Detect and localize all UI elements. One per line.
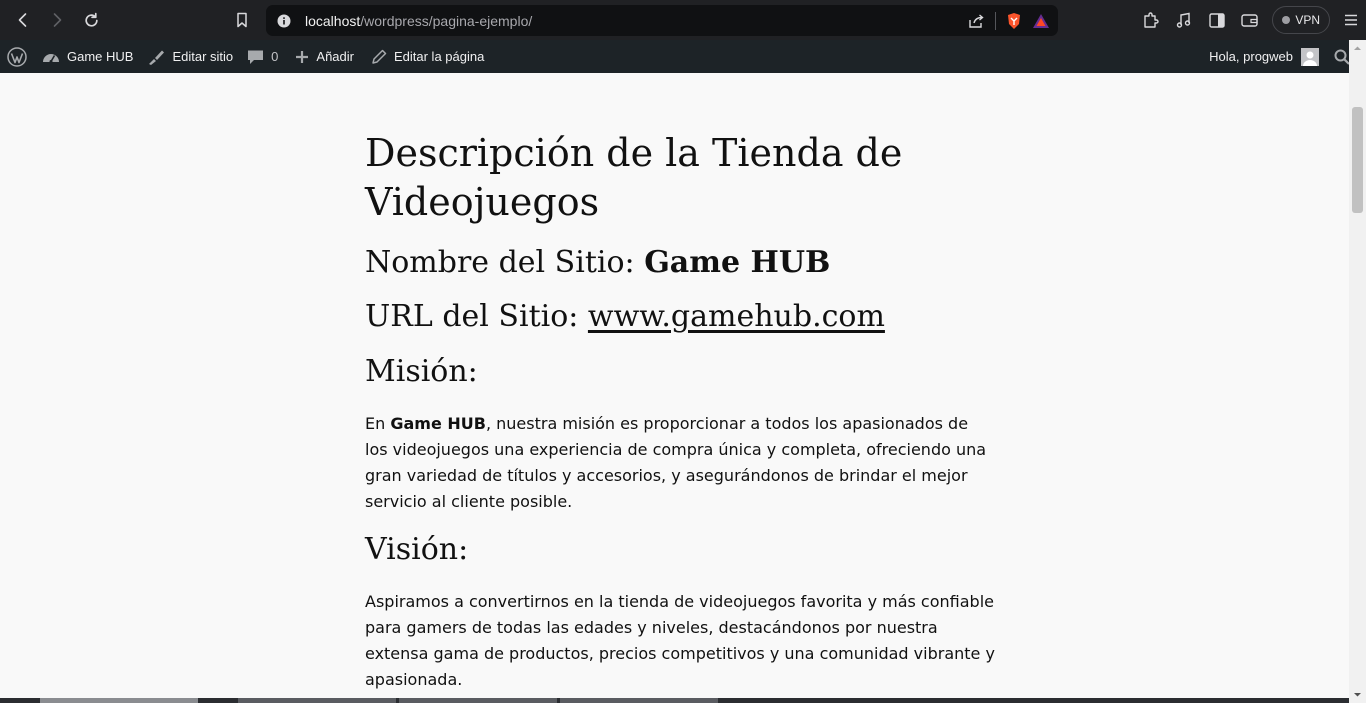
vision-heading: Visión: [365, 532, 469, 567]
taskbar-item[interactable] [40, 698, 198, 703]
back-icon [18, 13, 27, 27]
avatar [1301, 47, 1319, 66]
mision-prefix: En [365, 414, 391, 433]
edit-site-menu[interactable]: Editar sitio [140, 40, 240, 73]
browser-toolbar: localhost/wordpress/pagina-ejemplo/ VPN [0, 0, 1366, 40]
wp-logo-menu[interactable] [0, 40, 34, 73]
sidebar-button[interactable] [1200, 0, 1233, 40]
url-text: localhost/wordpress/pagina-ejemplo/ [305, 13, 532, 29]
site-name-label: Nombre del Sitio: [365, 245, 645, 280]
comment-bubble-icon [248, 50, 264, 64]
taskbar-edge [0, 698, 1349, 703]
site-url-label: URL del Sitio: [365, 299, 588, 334]
edit-site-label: Editar sitio [172, 49, 234, 64]
address-bar[interactable]: localhost/wordpress/pagina-ejemplo/ [266, 5, 1058, 36]
reload-icon [84, 12, 98, 27]
edit-page-label: Editar la página [393, 49, 485, 64]
wp-admin-bar: Game HUB Editar sitio 0 Añadir Editar la… [0, 40, 1366, 73]
wallet-button[interactable] [1233, 0, 1266, 40]
pencil-icon [372, 49, 387, 64]
site-name-value: Game HUB [644, 245, 831, 280]
reload-button[interactable] [74, 0, 108, 40]
back-button[interactable] [6, 0, 40, 40]
extensions-icon [1144, 11, 1159, 28]
add-new-menu[interactable]: Añadir [285, 40, 361, 73]
wallet-icon [1241, 13, 1259, 27]
vpn-status-icon [1282, 16, 1291, 24]
brush-icon [149, 50, 165, 65]
bookmark-icon [237, 12, 247, 28]
comments-menu[interactable]: 0 [240, 40, 285, 73]
site-name: Game HUB [67, 49, 134, 64]
mision-paragraph: En Game HUB, nuestra misión es proporcio… [365, 411, 995, 515]
taskbar-item[interactable] [238, 698, 396, 703]
hamburger-menu-icon [1345, 14, 1357, 26]
taskbar-item[interactable] [560, 698, 718, 703]
site-url-heading: URL del Sitio: www.gamehub.com [365, 297, 885, 337]
music-note-icon [1177, 12, 1191, 28]
url-path: /wordpress/pagina-ejemplo/ [360, 12, 533, 29]
mision-heading: Misión: [365, 354, 478, 389]
site-url-link[interactable]: www.gamehub.com [588, 299, 885, 334]
page-scrollbar[interactable] [1349, 40, 1366, 703]
bookmark-button[interactable] [225, 0, 259, 40]
separator [995, 11, 996, 30]
mision-bold: Game HUB [390, 414, 486, 433]
vpn-label: VPN [1295, 13, 1320, 27]
comments-count: 0 [271, 49, 279, 64]
taskbar-item[interactable] [399, 698, 557, 703]
vpn-button[interactable]: VPN [1272, 6, 1330, 34]
site-name-menu[interactable]: Game HUB [34, 40, 140, 73]
site-info-icon[interactable] [277, 14, 291, 28]
scroll-up-icon[interactable] [1349, 40, 1366, 57]
forward-icon [53, 13, 62, 27]
forward-button[interactable] [40, 0, 74, 40]
brave-rewards-icon[interactable] [1032, 13, 1050, 29]
menu-button[interactable] [1336, 0, 1366, 40]
scroll-down-icon[interactable] [1349, 686, 1366, 703]
my-account-menu[interactable]: Hola, progweb [1202, 40, 1326, 73]
url-host: localhost [305, 12, 361, 29]
brave-shields-icon[interactable] [1006, 12, 1022, 30]
sidebar-icon [1209, 12, 1225, 28]
add-new-label: Añadir [316, 49, 354, 64]
site-name-heading: Nombre del Sitio: Game HUB [365, 243, 830, 283]
wordpress-logo-icon [7, 46, 27, 67]
user-silhouette-icon [1303, 51, 1317, 66]
extensions-button[interactable] [1134, 0, 1167, 40]
vision-paragraph: Aspiramos a convertirnos en la tienda de… [365, 592, 995, 689]
scroll-thumb[interactable] [1352, 107, 1363, 213]
share-icon[interactable] [968, 13, 985, 29]
dashboard-icon [43, 53, 59, 63]
edit-page-menu[interactable]: Editar la página [361, 40, 491, 73]
greeting: Hola, progweb [1209, 49, 1293, 64]
search-icon [1334, 49, 1350, 65]
page-title: Descripción de la Tienda de Videojuegos [365, 131, 903, 224]
plus-icon [296, 50, 309, 63]
media-button[interactable] [1167, 0, 1200, 40]
